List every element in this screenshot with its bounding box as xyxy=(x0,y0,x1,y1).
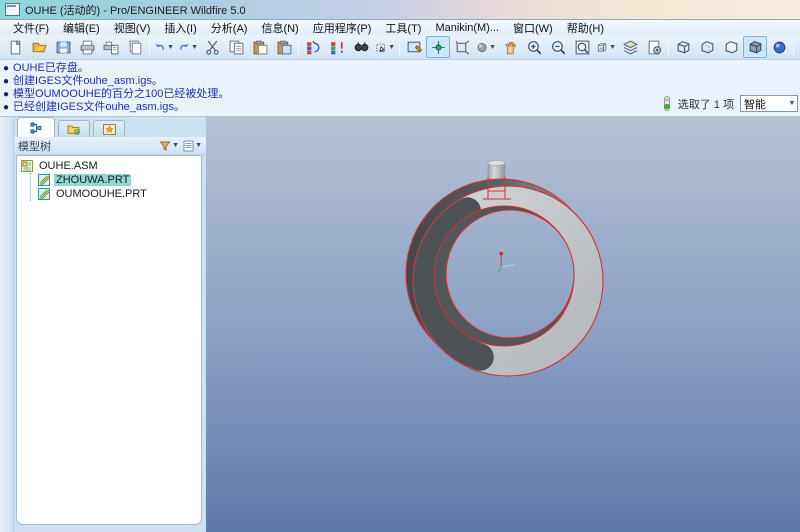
wireframe-display-button[interactable] xyxy=(671,36,695,58)
model-tree-icon xyxy=(30,122,41,133)
message-line: ● OUHE已存盘。 xyxy=(3,62,89,74)
status-light-icon xyxy=(663,96,670,111)
find-button[interactable] xyxy=(349,36,373,58)
repaint-button[interactable] xyxy=(402,36,426,58)
svg-text:48: 48 xyxy=(599,46,603,50)
menu-item-9[interactable]: 窗口(W) xyxy=(506,20,560,36)
selection-count-text: 选取了 1 项 xyxy=(677,98,734,111)
tree-item-root[interactable]: OUHE.ASM xyxy=(21,159,201,173)
orient-mode-button[interactable] xyxy=(450,36,474,58)
toolbar-separator xyxy=(399,38,400,56)
print-preview-button[interactable] xyxy=(99,36,123,58)
regenerate-custom-button[interactable] xyxy=(325,36,349,58)
title-bar: OUHE (活动的) - Pro/ENGINEER Wildfire 5.0 xyxy=(0,0,800,20)
shaded-display-button[interactable] xyxy=(743,36,767,58)
main-toolbar: ▼▼▼▼48▼.xxx? xyxy=(0,35,800,60)
message-line: ● 已经创建IGES文件ouhe_asm.igs。 xyxy=(3,101,185,113)
favorites-tab[interactable] xyxy=(93,120,125,137)
save-file-button[interactable] xyxy=(51,36,75,58)
spin-center-button[interactable] xyxy=(426,36,450,58)
redo-button[interactable]: ▼ xyxy=(176,36,200,58)
message-line: ● 模型OUMOOUHE的百分之100已经被处理。 xyxy=(3,88,230,100)
saved-views-button[interactable]: 48 ▼ xyxy=(594,36,618,58)
tree-children: ZHOUWA.PRT OUMOOUHE.PRT xyxy=(30,173,201,201)
tree-item-label: OUMOOUHE.PRT xyxy=(56,188,147,200)
selection-filter-combo[interactable]: 智能 ▼ xyxy=(740,95,798,112)
menu-item-10[interactable]: 帮助(H) xyxy=(560,20,611,36)
no-hidden-display-button[interactable] xyxy=(719,36,743,58)
copy-button[interactable] xyxy=(224,36,248,58)
folder-icon xyxy=(67,125,80,135)
menu-item-5[interactable]: 信息(N) xyxy=(254,20,305,36)
tree-settings-button[interactable]: ▼ xyxy=(183,140,202,152)
funnel-icon xyxy=(159,141,171,151)
favorites-star-icon xyxy=(102,123,116,135)
navigator-tabs xyxy=(14,117,206,137)
zoom-out-button[interactable] xyxy=(546,36,570,58)
refit-button[interactable] xyxy=(570,36,594,58)
menu-item-1[interactable]: 编辑(E) xyxy=(56,20,107,36)
menu-item-8[interactable]: Manikin(M)... xyxy=(428,22,506,34)
model-tree: OUHE.ASM ZHOUWA.PRT OUMOOUHE.PRT xyxy=(16,155,202,525)
ring-model xyxy=(405,178,604,377)
3d-model-canvas xyxy=(405,160,604,377)
view-manager-button[interactable] xyxy=(642,36,666,58)
proe-window: OUHE (活动的) - Pro/ENGINEER Wildfire 5.0 文… xyxy=(0,0,800,532)
new-file-button[interactable] xyxy=(3,36,27,58)
model-tree-header: 模型树 ▼ ▼ xyxy=(14,137,206,155)
part-icon xyxy=(38,188,50,200)
tree-item-0[interactable]: ZHOUWA.PRT xyxy=(38,173,201,187)
undo-button[interactable]: ▼ xyxy=(152,36,176,58)
zoom-in-button[interactable] xyxy=(522,36,546,58)
menu-item-3[interactable]: 插入(I) xyxy=(157,20,203,36)
message-line: ● 创建IGES文件ouhe_asm.igs。 xyxy=(3,75,163,87)
folder-browser-tab[interactable] xyxy=(58,120,90,137)
datum-plane-toggle-button[interactable] xyxy=(796,36,800,58)
toolbar-separator xyxy=(149,38,150,56)
tree-item-1[interactable]: OUMOOUHE.PRT xyxy=(38,187,201,201)
info-bar: ● OUHE已存盘。 ● 创建IGES文件ouhe_asm.igs。 ● 模型OUMOOU… xyxy=(0,60,800,117)
hidden-line-display-button[interactable] xyxy=(695,36,719,58)
view-mode-button[interactable] xyxy=(498,36,522,58)
shaded-view-button[interactable]: ▼ xyxy=(474,36,498,58)
assembly-icon xyxy=(21,160,33,172)
tree-item-label: ZHOUWA.PRT xyxy=(54,174,132,186)
main-area: 模型树 ▼ ▼ OUHE.ASM ZHOUWA.PRT OUMOOUHE.PRT xyxy=(0,117,800,532)
toolbar-separator xyxy=(298,38,299,56)
regenerate-button[interactable] xyxy=(301,36,325,58)
open-file-button[interactable] xyxy=(27,36,51,58)
erase-display-button[interactable] xyxy=(123,36,147,58)
part-icon xyxy=(38,174,50,186)
message-area: ● OUHE已存盘。 ● 创建IGES文件ouhe_asm.igs。 ● 模型OUMOOU… xyxy=(3,62,229,114)
toolbar-separator xyxy=(793,38,794,56)
menu-item-7[interactable]: 工具(T) xyxy=(378,20,428,36)
selection-filter-value: 智能 xyxy=(744,98,766,111)
menu-item-6[interactable]: 应用程序(P) xyxy=(306,20,379,36)
print-button[interactable] xyxy=(75,36,99,58)
menu-item-0[interactable]: 文件(F) xyxy=(6,20,56,36)
paste-special-button[interactable] xyxy=(272,36,296,58)
navigator-sash[interactable] xyxy=(0,117,14,532)
realistic-display-button[interactable] xyxy=(767,36,791,58)
graphics-viewport[interactable] xyxy=(206,117,800,532)
select-box-button[interactable]: ▼ xyxy=(373,36,397,58)
layers-button[interactable] xyxy=(618,36,642,58)
selection-status: 选取了 1 项 智能 ▼ xyxy=(662,93,798,114)
toolbar-separator xyxy=(668,38,669,56)
window-title: OUHE (活动的) - Pro/ENGINEER Wildfire 5.0 xyxy=(25,4,246,17)
chevron-down-icon: ▼ xyxy=(788,100,796,107)
model-tree-tab[interactable] xyxy=(17,117,55,137)
menu-item-4[interactable]: 分析(A) xyxy=(204,20,255,36)
model-tree-title: 模型树 xyxy=(18,140,51,153)
tree-filter-button[interactable]: ▼ xyxy=(159,140,179,152)
list-sheet-icon xyxy=(183,140,194,151)
menu-item-2[interactable]: 视图(V) xyxy=(107,20,158,36)
app-icon xyxy=(5,3,20,16)
tree-item-label: OUHE.ASM xyxy=(39,160,98,172)
menu-bar: 文件(F) 编辑(E) 视图(V) 插入(I) 分析(A) 信息(N) 应用程序(P) 工具(… xyxy=(0,20,800,35)
paste-button[interactable] xyxy=(248,36,272,58)
cut-button[interactable] xyxy=(200,36,224,58)
navigator-panel: 模型树 ▼ ▼ OUHE.ASM ZHOUWA.PRT OUMOOUHE.PRT xyxy=(0,117,206,532)
